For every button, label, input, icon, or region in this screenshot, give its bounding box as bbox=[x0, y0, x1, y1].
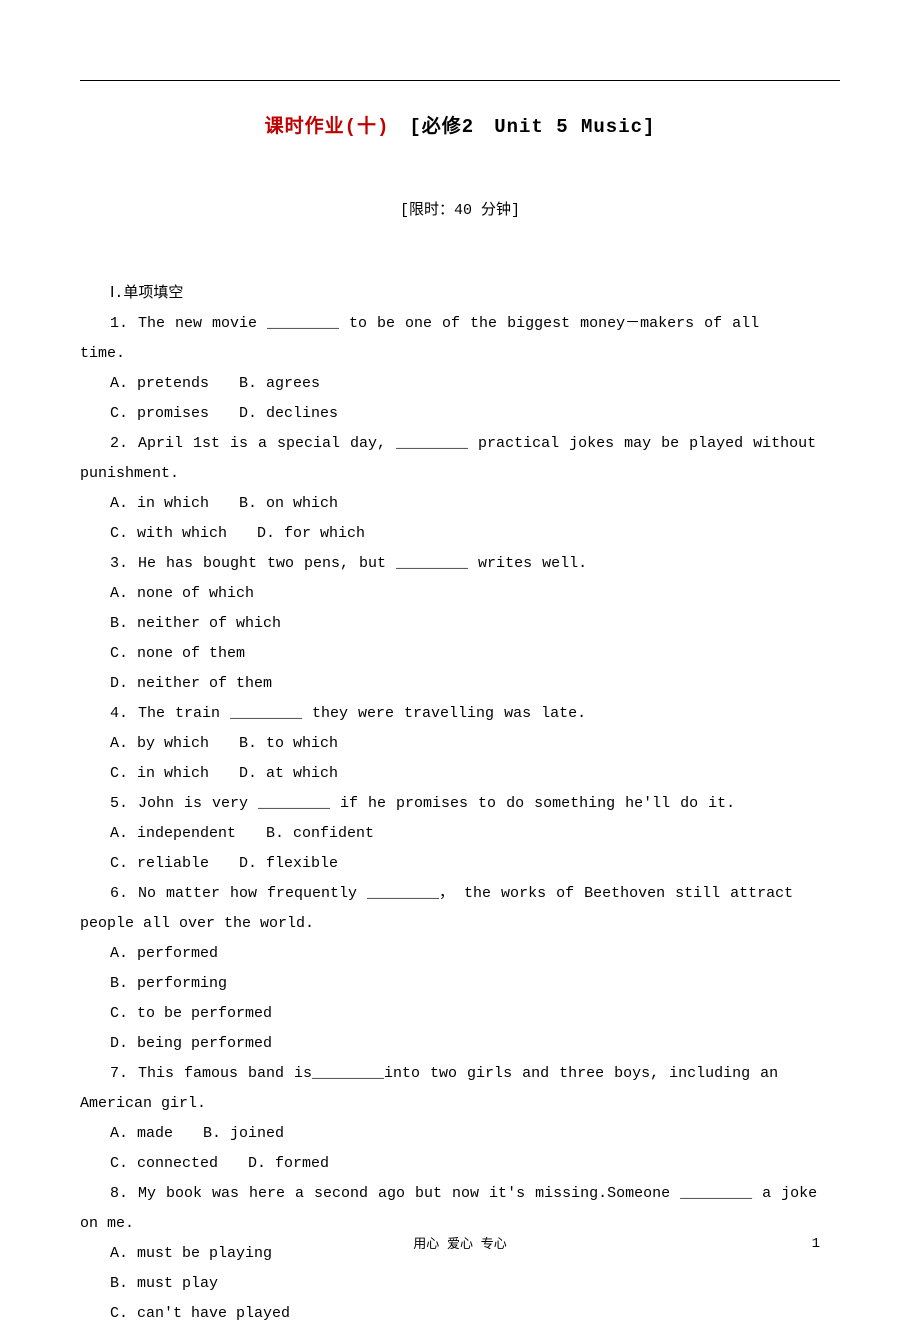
q6-opts-4: D. being performed bbox=[80, 1029, 840, 1059]
q3-opts-2: B. neither of which bbox=[80, 609, 840, 639]
q6-stem-b: people all over the world. bbox=[80, 909, 840, 939]
title-en: [必修2 Unit 5 Music] bbox=[409, 116, 655, 138]
q5-opts-1: A. independent B. confident bbox=[80, 819, 840, 849]
q1-opts-1: A. pretends B. agrees bbox=[80, 369, 840, 399]
q1-opts-2: C. promises D. declines bbox=[80, 399, 840, 429]
page-number: 1 bbox=[812, 1236, 820, 1252]
page-title: 课时作业(十) [必修2 Unit 5 Music] bbox=[80, 111, 840, 138]
q8-opts-3: C. can't have played bbox=[80, 1299, 840, 1329]
q4-stem-a: 4. The train ________ they were travelli… bbox=[80, 699, 840, 729]
q2-stem-b: punishment. bbox=[80, 459, 840, 489]
time-limit: [限时：40 分钟] bbox=[80, 198, 840, 219]
q4-opts-2: C. in which D. at which bbox=[80, 759, 840, 789]
q7-stem-a: 7. This famous band is________into two g… bbox=[80, 1059, 840, 1089]
q3-opts-4: D. neither of them bbox=[80, 669, 840, 699]
q7-opts-2: C. connected D. formed bbox=[80, 1149, 840, 1179]
top-rule bbox=[80, 80, 840, 81]
q6-opts-2: B. performing bbox=[80, 969, 840, 999]
q1-stem-b: time. bbox=[80, 339, 840, 369]
q8-stem-a: 8. My book was here a second ago but now… bbox=[80, 1179, 840, 1209]
content-body: Ⅰ.单项填空 1. The new movie ________ to be o… bbox=[80, 279, 840, 1329]
q6-opts-3: C. to be performed bbox=[80, 999, 840, 1029]
q5-opts-2: C. reliable D. flexible bbox=[80, 849, 840, 879]
title-zh: 课时作业(十) bbox=[265, 116, 410, 138]
q6-stem-a: 6. No matter how frequently ________， th… bbox=[80, 879, 840, 909]
footer-text: 用心 爱心 专心 bbox=[0, 1233, 920, 1252]
q7-opts-1: A. made B. joined bbox=[80, 1119, 840, 1149]
q1-stem-a: 1. The new movie ________ to be one of t… bbox=[80, 309, 840, 339]
q7-stem-b: American girl. bbox=[80, 1089, 840, 1119]
q3-stem-a: 3. He has bought two pens, but ________ … bbox=[80, 549, 840, 579]
q6-opts-1: A. performed bbox=[80, 939, 840, 969]
q3-opts-1: A. none of which bbox=[80, 579, 840, 609]
q2-stem-a: 2. April 1st is a special day, ________ … bbox=[80, 429, 840, 459]
q8-opts-2: B. must play bbox=[80, 1269, 840, 1299]
q4-opts-1: A. by which B. to which bbox=[80, 729, 840, 759]
section-1-title: Ⅰ.单项填空 bbox=[80, 279, 840, 309]
q5-stem-a: 5. John is very ________ if he promises … bbox=[80, 789, 840, 819]
q2-opts-1: A. in which B. on which bbox=[80, 489, 840, 519]
q3-opts-3: C. none of them bbox=[80, 639, 840, 669]
q2-opts-2: C. with which D. for which bbox=[80, 519, 840, 549]
